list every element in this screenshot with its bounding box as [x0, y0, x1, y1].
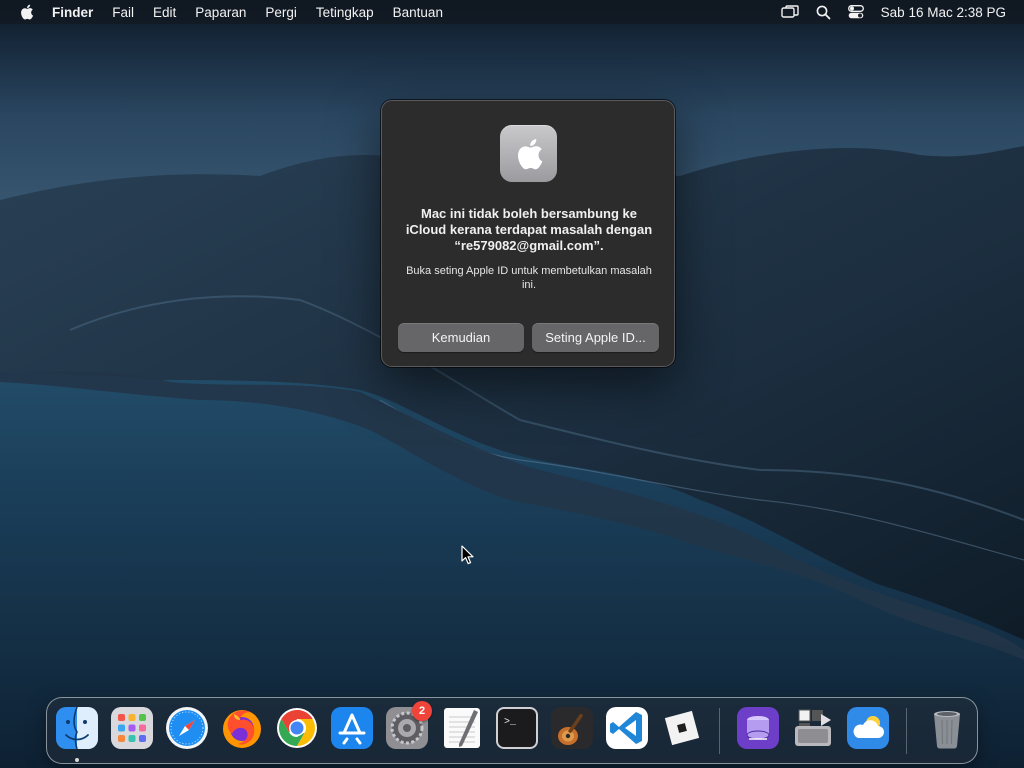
menu-window[interactable]: Tetingkap: [316, 5, 374, 20]
menu-finder[interactable]: Finder: [52, 5, 93, 20]
menu-go[interactable]: Pergi: [265, 5, 297, 20]
dock-divider-trash: [906, 708, 907, 754]
icloud-icon[interactable]: [846, 706, 890, 750]
svg-text:>_: >_: [504, 717, 517, 728]
finder-running-indicator: [75, 758, 79, 762]
menu-bar: Finder Fail Edit Paparan Pergi Tetingkap…: [0, 0, 1024, 24]
finder-icon[interactable]: [55, 706, 99, 750]
apple-logo-icon: [500, 125, 557, 182]
dialog-title: Mac ini tidak boleh bersambung ke iCloud…: [405, 206, 653, 253]
vscode-icon[interactable]: [605, 706, 649, 750]
apple-id-settings-button[interactable]: Seting Apple ID...: [532, 323, 659, 352]
system-preferences-badge: 2: [412, 701, 432, 721]
dialog-message: Buka seting Apple ID untuk membetulkan m…: [406, 265, 652, 291]
menu-view[interactable]: Paparan: [195, 5, 246, 20]
screen-mirroring-icon[interactable]: [780, 5, 799, 19]
later-button[interactable]: Kemudian: [398, 323, 524, 352]
chrome-icon[interactable]: [275, 706, 319, 750]
menu-help[interactable]: Bantuan: [393, 5, 443, 20]
menu-bar-clock[interactable]: Sab 16 Mac 2:38 PG: [881, 5, 1006, 20]
dock-divider: [719, 708, 720, 754]
safari-icon[interactable]: [165, 706, 209, 750]
terminal-icon[interactable]: >_: [495, 706, 539, 750]
boot-camp-assistant-icon[interactable]: [791, 706, 835, 750]
launchpad-icon[interactable]: [110, 706, 154, 750]
dock: >_: [46, 697, 978, 764]
textedit-icon[interactable]: [440, 706, 484, 750]
firefox-icon[interactable]: [220, 706, 264, 750]
app-store-icon[interactable]: [330, 706, 374, 750]
icloud-alert-dialog: Mac ini tidak boleh bersambung ke iCloud…: [381, 100, 675, 367]
roblox-icon[interactable]: [660, 706, 704, 750]
disk-utility-icon[interactable]: [736, 706, 780, 750]
spotlight-search-icon[interactable]: [816, 5, 831, 20]
trash-icon[interactable]: [925, 706, 969, 750]
garageband-icon[interactable]: [550, 706, 594, 750]
mouse-cursor-icon: [461, 545, 474, 565]
apple-menu-icon[interactable]: [19, 4, 35, 20]
control-center-icon[interactable]: [847, 5, 864, 19]
menu-file[interactable]: Fail: [112, 5, 134, 20]
menu-edit[interactable]: Edit: [153, 5, 176, 20]
